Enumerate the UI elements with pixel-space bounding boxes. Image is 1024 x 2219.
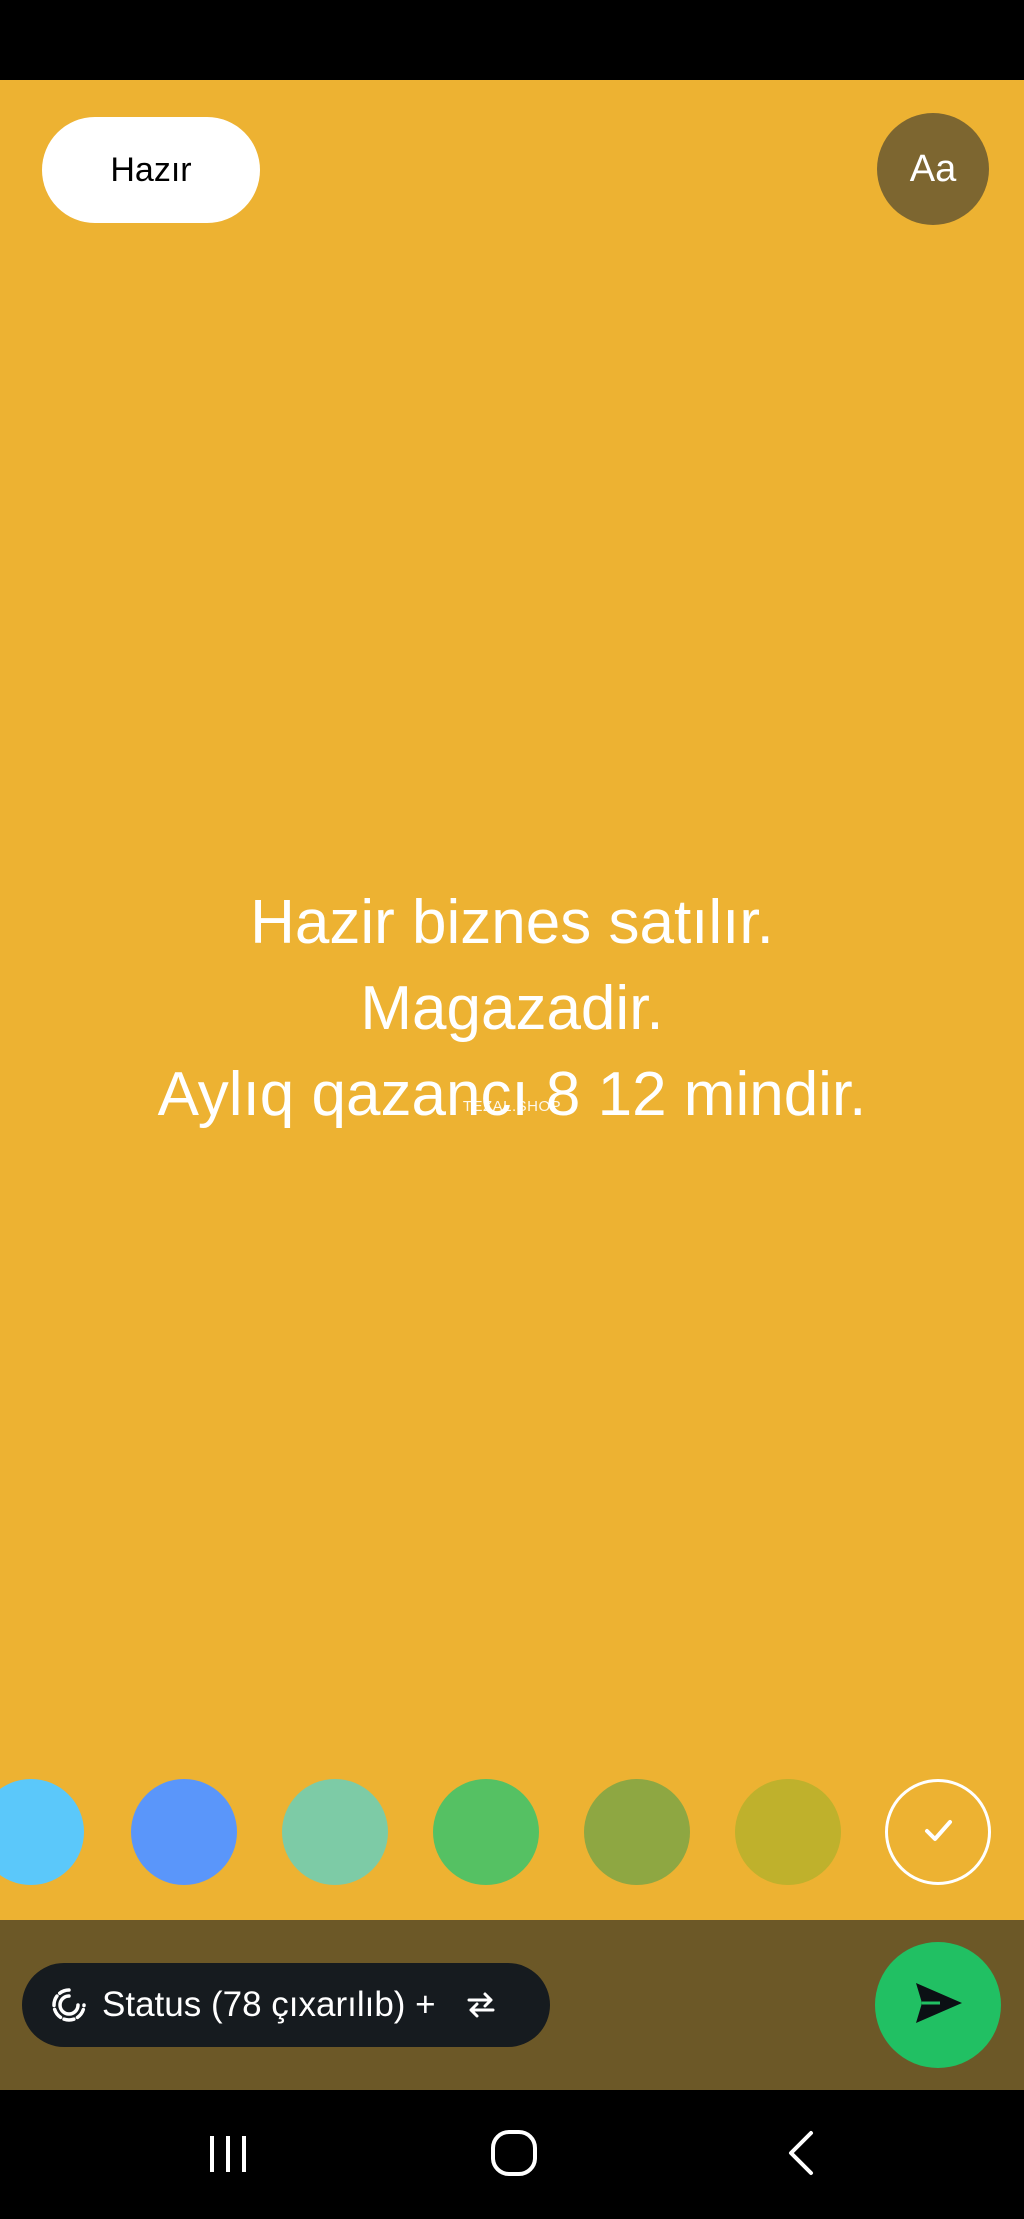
back-icon — [777, 2128, 827, 2183]
check-icon — [918, 1810, 958, 1855]
send-icon — [910, 1975, 966, 2036]
home-icon — [488, 2127, 540, 2184]
status-audience-label: Status (78 çıxarılıb) + — [102, 1985, 436, 2024]
send-button[interactable] — [875, 1942, 1001, 2068]
color-swatch-mint[interactable] — [282, 1779, 388, 1885]
recents-icon — [203, 2128, 253, 2183]
color-swatch-olive[interactable] — [584, 1779, 690, 1885]
status-ring-icon — [50, 1986, 88, 2024]
swap-icon — [464, 1988, 498, 2022]
color-swatch-blue[interactable] — [131, 1779, 237, 1885]
done-button[interactable]: Hazır — [42, 117, 260, 223]
font-style-button[interactable]: Aa — [877, 113, 989, 225]
back-button[interactable] — [762, 2120, 842, 2190]
status-text-line: Hazir biznes satılır. — [250, 888, 774, 957]
color-swatch-green[interactable] — [433, 1779, 539, 1885]
home-button[interactable] — [474, 2120, 554, 2190]
status-composer-screen: Hazır Aa Hazir biznes satılır. Magazadir… — [0, 0, 1024, 2219]
watermark: TEZAL.SHOP — [462, 1098, 562, 1115]
recents-button[interactable] — [188, 2120, 268, 2190]
status-audience-button[interactable]: Status (78 çıxarılıb) + — [22, 1963, 550, 2047]
color-swatch-mustard[interactable] — [735, 1779, 841, 1885]
color-swatch-selected[interactable] — [885, 1779, 991, 1885]
status-text-line: Aylıq qazancı 8 12 mindir. — [157, 1060, 867, 1129]
status-text-line: Magazadir. — [360, 974, 664, 1043]
system-status-bar — [0, 0, 1024, 80]
